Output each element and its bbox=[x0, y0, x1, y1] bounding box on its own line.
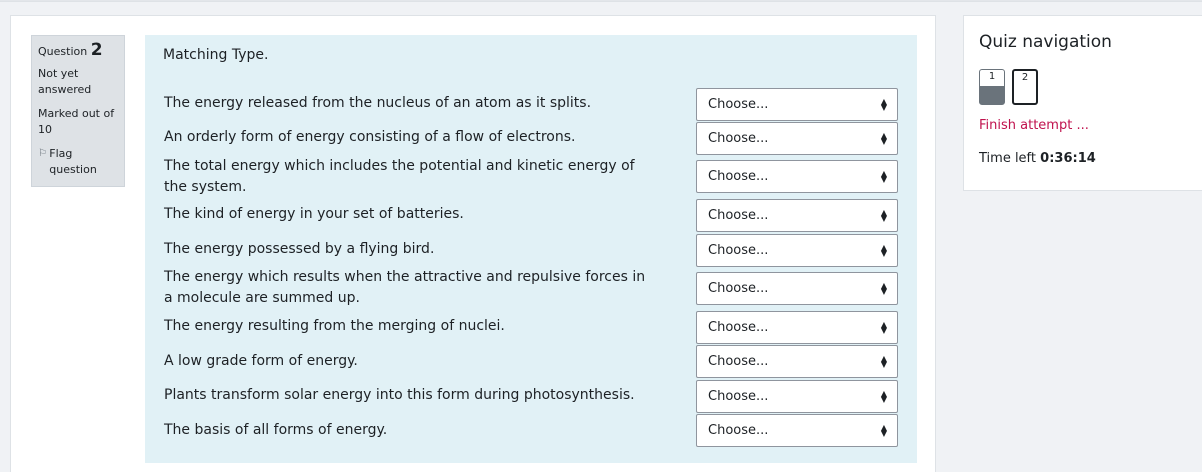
sort-caret-icon: ▲ ▼ bbox=[880, 130, 887, 146]
sort-caret-icon: ▲ ▼ bbox=[880, 353, 887, 369]
finish-attempt-link[interactable]: Finish attempt ... bbox=[979, 118, 1089, 133]
sort-caret-icon: ▲ ▼ bbox=[880, 168, 887, 184]
answered-indicator bbox=[980, 86, 1004, 104]
match-row-text: Plants transform solar energy into this … bbox=[164, 387, 635, 403]
question-content: Matching Type. The energy released from … bbox=[145, 35, 917, 463]
flag-question-label: Flag question bbox=[49, 147, 97, 176]
select-value: Choose... bbox=[708, 97, 769, 112]
select-value: Choose... bbox=[708, 320, 769, 335]
match-select[interactable]: Choose... ▲ ▼ bbox=[696, 160, 898, 193]
match-row-text: The basis of all forms of energy. bbox=[164, 422, 388, 438]
question-grade: Marked out of 10 bbox=[38, 107, 115, 136]
time-left-label: Time left bbox=[979, 151, 1037, 166]
quiz-nav-question-1[interactable]: 1 bbox=[979, 69, 1005, 105]
sort-caret-icon: ▲ ▼ bbox=[880, 280, 887, 296]
match-row-text: The energy which results when the attrac… bbox=[164, 269, 646, 306]
select-value: Choose... bbox=[708, 423, 769, 438]
question-number-label: Question 2 bbox=[38, 40, 103, 60]
select-value: Choose... bbox=[708, 354, 769, 369]
match-row-text: A low grade form of energy. bbox=[164, 353, 358, 369]
time-left: Time left 0:36:14 bbox=[979, 151, 1096, 166]
top-strip bbox=[0, 0, 1202, 2]
question-prompt: Matching Type. bbox=[163, 47, 269, 63]
question-state: Not yet answered bbox=[38, 67, 92, 96]
match-row-text: The energy released from the nucleus of … bbox=[164, 95, 592, 111]
match-row-text: The energy possessed by a flying bird. bbox=[164, 241, 435, 257]
question-info-box: Question 2 Not yet answered Marked out o… bbox=[31, 35, 125, 187]
quiz-nav-label: 1 bbox=[988, 71, 996, 82]
select-value: Choose... bbox=[708, 208, 769, 223]
sort-caret-icon: ▲ ▼ bbox=[880, 207, 887, 223]
match-select[interactable]: Choose... ▲ ▼ bbox=[696, 311, 898, 344]
sort-caret-icon: ▲ ▼ bbox=[880, 242, 887, 258]
match-select[interactable]: Choose... ▲ ▼ bbox=[696, 345, 898, 378]
time-left-value: 0:36:14 bbox=[1040, 151, 1096, 166]
sort-caret-icon: ▲ ▼ bbox=[880, 422, 887, 438]
question-number: 2 bbox=[90, 40, 103, 60]
match-select[interactable]: Choose... ▲ ▼ bbox=[696, 199, 898, 232]
match-select[interactable]: Choose... ▲ ▼ bbox=[696, 122, 898, 155]
flag-icon: ⚐ bbox=[38, 148, 47, 159]
match-row-text: The kind of energy in your set of batter… bbox=[164, 206, 464, 222]
select-value: Choose... bbox=[708, 389, 769, 404]
select-value: Choose... bbox=[708, 243, 769, 258]
select-value: Choose... bbox=[708, 281, 769, 296]
quiz-nav-question-2[interactable]: 2 bbox=[1012, 69, 1038, 105]
quiz-navigation-title: Quiz navigation bbox=[979, 32, 1112, 52]
match-select[interactable]: Choose... ▲ ▼ bbox=[696, 88, 898, 121]
select-value: Choose... bbox=[708, 131, 769, 146]
sort-caret-icon: ▲ ▼ bbox=[880, 388, 887, 404]
match-select[interactable]: Choose... ▲ ▼ bbox=[696, 380, 898, 413]
match-row-text: An orderly form of energy consisting of … bbox=[164, 129, 576, 145]
sort-caret-icon: ▲ ▼ bbox=[880, 319, 887, 335]
match-select[interactable]: Choose... ▲ ▼ bbox=[696, 414, 898, 447]
quiz-navigation-block: Quiz navigation 1 2 Finish attempt ... T… bbox=[963, 15, 1202, 191]
flag-question-link[interactable]: ⚐ Flag question bbox=[38, 146, 118, 178]
quiz-nav-label: 2 bbox=[1021, 72, 1029, 83]
sort-caret-icon: ▲ ▼ bbox=[880, 96, 887, 112]
match-row-text: The energy resulting from the merging of… bbox=[164, 318, 505, 334]
match-row-text: The total energy which includes the pote… bbox=[164, 158, 635, 195]
select-value: Choose... bbox=[708, 169, 769, 184]
match-select[interactable]: Choose... ▲ ▼ bbox=[696, 234, 898, 267]
match-select[interactable]: Choose... ▲ ▼ bbox=[696, 272, 898, 305]
